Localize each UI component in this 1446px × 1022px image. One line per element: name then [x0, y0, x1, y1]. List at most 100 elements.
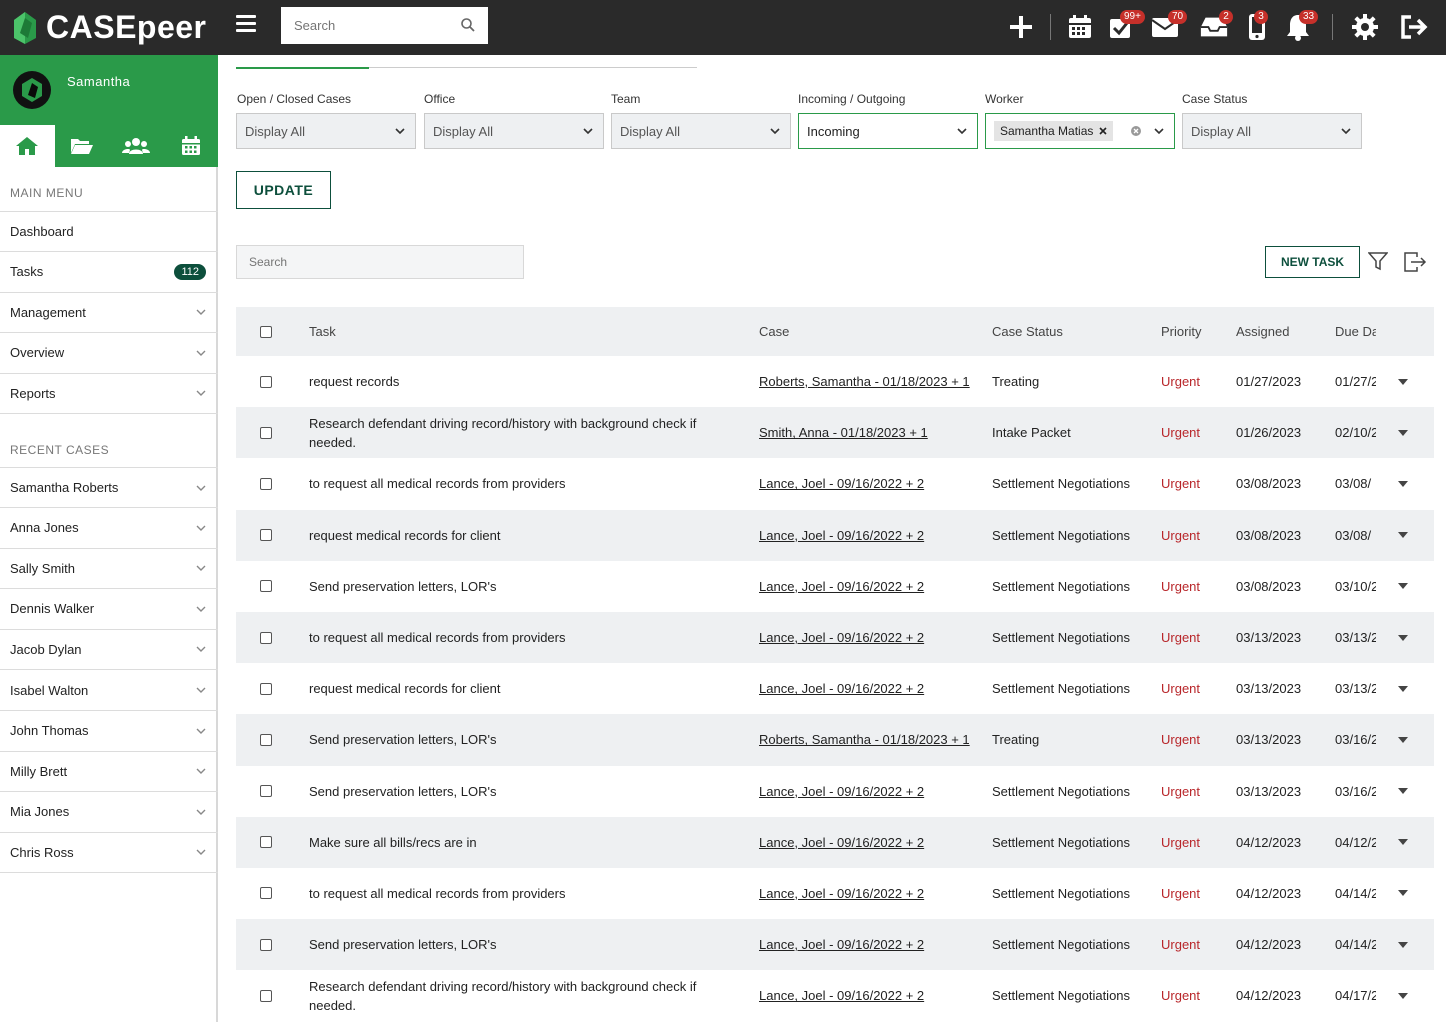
task-name[interactable]: to request all medical records from prov… [309, 458, 729, 509]
case-link[interactable]: Roberts, Samantha - 01/18/2023 + 1 [759, 356, 984, 407]
recent-case-item[interactable]: Jacob Dylan [0, 629, 218, 671]
row-checkbox[interactable] [260, 477, 272, 490]
task-name[interactable]: Make sure all bills/recs are in [309, 817, 729, 868]
task-name[interactable]: Send preservation letters, LOR's [309, 561, 729, 612]
row-checkbox[interactable] [260, 836, 272, 849]
table-row[interactable]: Send preservation letters, LOR's Roberts,… [236, 714, 1434, 766]
table-row[interactable]: request records Roberts, Samantha - 01/18… [236, 356, 1434, 407]
search-icon[interactable] [460, 17, 476, 33]
row-expand-caret-icon[interactable] [1398, 407, 1412, 458]
table-row[interactable]: Make sure all bills/recs are in Lance, Jo… [236, 816, 1434, 868]
case-link[interactable]: Lance, Joel - 09/16/2022 + 2 [759, 766, 984, 817]
sidebar-item-dashboard[interactable]: Dashboard [0, 211, 218, 252]
case-link[interactable]: Lance, Joel - 09/16/2022 + 2 [759, 663, 984, 714]
recent-case-item[interactable]: John Thomas [0, 711, 218, 752]
recent-case-item[interactable]: Mia Jones [0, 792, 218, 833]
new-task-button[interactable]: NEW TASK [1265, 246, 1360, 278]
row-checkbox[interactable] [260, 426, 272, 439]
row-checkbox[interactable] [260, 887, 272, 900]
remove-tag-icon[interactable] [1099, 127, 1107, 135]
case-link[interactable]: Lance, Joel - 09/16/2022 + 2 [759, 612, 984, 663]
row-checkbox[interactable] [260, 580, 272, 593]
office-select[interactable]: Display All [424, 113, 604, 149]
sidebar-item-management[interactable]: Management [0, 292, 218, 334]
row-expand-caret-icon[interactable] [1398, 663, 1412, 714]
global-search-input[interactable] [281, 7, 488, 44]
sidebar-item-overview[interactable]: Overview [0, 333, 218, 374]
row-checkbox[interactable] [260, 682, 272, 695]
table-row[interactable]: Research defendant driving record/histor… [236, 407, 1434, 459]
incoming-outgoing-select[interactable]: Incoming [798, 113, 978, 149]
mobile-phone-icon[interactable]: 3 [1242, 10, 1272, 42]
column-header-case-status[interactable]: Case Status [992, 307, 1152, 356]
recent-case-item[interactable]: Samantha Roberts [0, 467, 218, 508]
case-link[interactable]: Lance, Joel - 09/16/2022 + 2 [759, 561, 984, 612]
notification-bell-icon[interactable]: 33 [1283, 10, 1319, 42]
task-search-input[interactable] [236, 245, 524, 279]
case-link[interactable]: Roberts, Samantha - 01/18/2023 + 1 [759, 714, 984, 765]
logout-icon[interactable] [1399, 12, 1429, 42]
task-name[interactable]: to request all medical records from prov… [309, 612, 729, 663]
case-link[interactable]: Lance, Joel - 09/16/2022 + 2 [759, 458, 984, 509]
row-checkbox[interactable] [260, 938, 272, 951]
mail-icon[interactable]: 70 [1150, 10, 1188, 42]
recent-case-item[interactable]: Isabel Walton [0, 670, 218, 711]
row-checkbox[interactable] [260, 733, 272, 746]
team-select[interactable]: Display All [611, 113, 791, 149]
case-link[interactable]: Lance, Joel - 09/16/2022 + 2 [759, 970, 984, 1021]
row-expand-caret-icon[interactable] [1398, 561, 1412, 612]
row-expand-caret-icon[interactable] [1398, 458, 1412, 509]
column-header-case[interactable]: Case [759, 307, 984, 356]
table-row[interactable]: Research defendant driving record/histor… [236, 970, 1434, 1021]
recent-case-item[interactable]: Chris Ross [0, 832, 218, 874]
sidebar-item-tasks[interactable]: Tasks 112 [0, 252, 218, 293]
app-logo[interactable]: CASEpeer [0, 0, 218, 55]
table-row[interactable]: request medical records for client Lance,… [236, 509, 1434, 561]
row-expand-caret-icon[interactable] [1398, 714, 1412, 765]
row-checkbox[interactable] [260, 785, 272, 798]
task-name[interactable]: request records [309, 356, 729, 407]
task-name[interactable]: Research defendant driving record/histor… [309, 970, 729, 1021]
table-row[interactable]: to request all medical records from prov… [236, 868, 1434, 919]
select-all-checkbox[interactable] [260, 325, 272, 338]
task-name[interactable]: request medical records for client [309, 510, 729, 561]
case-link[interactable]: Lance, Joel - 09/16/2022 + 2 [759, 868, 984, 919]
row-checkbox[interactable] [260, 989, 272, 1002]
case-link[interactable]: Lance, Joel - 09/16/2022 + 2 [759, 817, 984, 868]
row-expand-caret-icon[interactable] [1398, 919, 1412, 970]
row-expand-caret-icon[interactable] [1398, 766, 1412, 817]
row-expand-caret-icon[interactable] [1398, 817, 1412, 868]
tab-home[interactable] [0, 125, 55, 167]
avatar[interactable] [13, 71, 51, 109]
user-profile[interactable]: Samantha [0, 55, 218, 125]
task-name[interactable]: request medical records for client [309, 663, 729, 714]
case-link[interactable]: Lance, Joel - 09/16/2022 + 2 [759, 510, 984, 561]
case-link[interactable]: Lance, Joel - 09/16/2022 + 2 [759, 919, 984, 970]
table-row[interactable]: to request all medical records from prov… [236, 458, 1434, 509]
tab-cases[interactable] [55, 125, 110, 167]
clear-circle-icon[interactable] [1130, 125, 1142, 137]
task-check-icon[interactable]: 99+ [1106, 10, 1145, 42]
column-header-assigned[interactable]: Assigned [1236, 307, 1326, 356]
column-header-priority[interactable]: Priority [1161, 307, 1231, 356]
update-button[interactable]: UPDATE [236, 171, 331, 209]
filter-icon[interactable] [1368, 251, 1388, 271]
table-row[interactable]: to request all medical records from prov… [236, 611, 1434, 664]
task-name[interactable]: Send preservation letters, LOR's [309, 919, 729, 970]
row-checkbox[interactable] [260, 631, 272, 644]
column-header-task[interactable]: Task [309, 307, 729, 356]
table-row[interactable]: Send preservation letters, LOR's Lance, J… [236, 919, 1434, 971]
row-expand-caret-icon[interactable] [1398, 970, 1412, 1021]
row-expand-caret-icon[interactable] [1398, 510, 1412, 561]
worker-select[interactable]: Samantha Matias [985, 113, 1175, 149]
case-link[interactable]: Smith, Anna - 01/18/2023 + 1 [759, 407, 984, 458]
add-icon[interactable] [1006, 12, 1036, 42]
inbox-icon[interactable]: 2 [1199, 10, 1233, 42]
recent-case-item[interactable]: Milly Brett [0, 751, 218, 793]
recent-case-item[interactable]: Sally Smith [0, 548, 218, 590]
sidebar-item-reports[interactable]: Reports [0, 373, 218, 415]
column-header-due-date[interactable]: Due Da [1335, 307, 1376, 356]
export-icon[interactable] [1403, 251, 1427, 273]
task-name[interactable]: Research defendant driving record/histor… [309, 407, 729, 458]
task-name[interactable]: Send preservation letters, LOR's [309, 766, 729, 817]
